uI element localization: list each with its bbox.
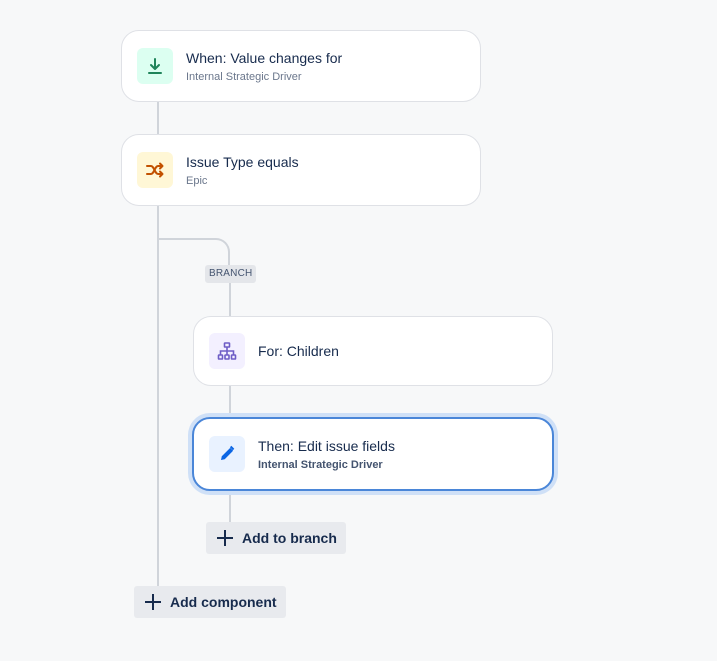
plus-icon	[217, 530, 233, 546]
pencil-icon	[209, 436, 245, 472]
add-component-button[interactable]: Add component	[134, 586, 286, 618]
add-to-branch-label: Add to branch	[242, 530, 337, 546]
condition-card[interactable]: Issue Type equals Epic	[121, 134, 481, 206]
add-to-branch-button[interactable]: Add to branch	[206, 522, 346, 554]
shuffle-condition-icon	[137, 152, 173, 188]
branch-rule-card[interactable]: For: Children	[193, 316, 553, 386]
field-value-changed-icon	[137, 48, 173, 84]
action-card[interactable]: Then: Edit issue fields Internal Strateg…	[192, 417, 554, 491]
branch-tag: BRANCH	[205, 265, 257, 283]
action-subtitle: Internal Strategic Driver	[258, 458, 383, 471]
trigger-title: When: Value changes for	[186, 49, 343, 66]
add-component-label: Add component	[170, 594, 277, 610]
condition-title: Issue Type equals	[186, 153, 299, 170]
branch-rule-title: For: Children	[258, 343, 339, 359]
trigger-card[interactable]: When: Value changes for Internal Strateg…	[121, 30, 481, 102]
condition-subtitle: Epic	[186, 174, 208, 187]
branch-connector-curve	[157, 238, 230, 268]
action-title: Then: Edit issue fields	[258, 437, 395, 454]
hierarchy-icon	[209, 333, 245, 369]
plus-icon	[145, 594, 161, 610]
trigger-subtitle: Internal Strategic Driver	[186, 70, 302, 83]
